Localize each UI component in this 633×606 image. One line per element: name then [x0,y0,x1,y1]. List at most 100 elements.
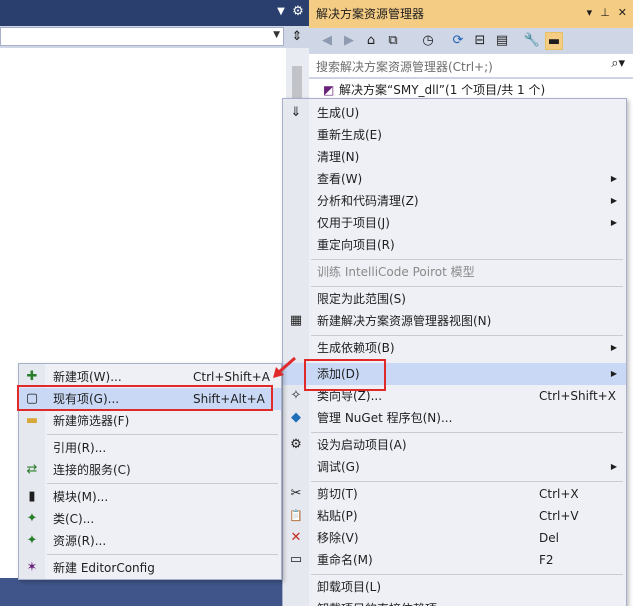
menu-item-label: 仅用于项目(J) [317,216,390,230]
menu-item-project-only[interactable]: 仅用于项目(J) ▶ [283,212,626,234]
menu-item-remove[interactable]: ✕ 移除(V) Del [283,527,626,549]
menu-item-new-editorconfig[interactable]: ✶ 新建 EditorConfig [19,557,281,579]
menu-item-shortcut: Ctrl+V [539,509,579,523]
menu-item-unload-project[interactable]: 卸载项目(L) [283,576,626,598]
menu-item-label: 查看(W) [317,172,363,186]
module-icon: ▮ [28,489,36,504]
menu-item-label: 剪切(T) [317,487,358,501]
menu-item-new-explorer-view[interactable]: ▦ 新建解决方案资源管理器视图(N) [283,310,626,332]
menu-item-label: 卸载项目(L) [317,580,382,594]
class-wizard-icon: ✧ [290,388,302,403]
gear-icon[interactable]: ⚙ [291,4,305,20]
class-icon: ✦ [26,511,38,526]
properties-icon[interactable]: 🔧 [523,32,541,50]
menu-item-label: 重定向项目(R) [317,238,395,252]
navigation-combo[interactable]: ▼ [0,27,284,46]
menu-item-paste[interactable]: 📋 粘贴(P) Ctrl+V [283,505,626,527]
menu-item-shortcut: Ctrl+X [539,487,579,501]
editor-tab-bar: ▼ ⚙ [0,0,309,26]
new-view-icon: ▦ [289,313,303,328]
menu-item-label: 生成(U) [317,106,360,120]
menu-item-label: 类(C)... [53,512,95,526]
menu-item-module[interactable]: ▮ 模块(M)... [19,486,281,508]
menu-item-label: 生成依赖项(B) [317,341,395,355]
menu-item-label: 新建解决方案资源管理器视图(N) [317,314,492,328]
menu-item-reference[interactable]: 引用(R)... [19,437,281,459]
submenu-arrow-icon: ▶ [610,174,617,183]
forward-icon[interactable]: ▶ [340,32,358,50]
menu-item-label: 管理 NuGet 程序包(N)... [317,411,453,425]
menu-item-label: 调试(G) [317,460,360,474]
switch-views-icon[interactable]: ⧉ [384,32,402,50]
menu-item-debug[interactable]: 调试(G) ▶ [283,456,626,478]
menu-item-rebuild[interactable]: 重新生成(E) [283,124,626,146]
menu-item-label: 重命名(M) [317,553,373,567]
rename-icon: ▭ [289,552,303,567]
chevron-down-icon: ▼ [273,30,280,40]
sync-icon[interactable]: ⟳ [449,32,467,50]
remove-icon: ✕ [290,530,302,545]
nuget-icon: ◆ [291,410,301,425]
menu-item-resource[interactable]: ✦ 资源(R)... [19,530,281,552]
menu-item-analyze[interactable]: 分析和代码清理(Z) ▶ [283,190,626,212]
editorconfig-icon: ✶ [26,560,38,575]
menu-item-unload-dependencies[interactable]: 卸载项目的直接依赖项 [283,598,626,606]
scissors-icon: ✂ [290,486,302,501]
menu-item-label: 重新生成(E) [317,128,382,142]
solution-icon: ◩ [323,83,335,97]
menu-item-shortcut: Del [539,531,559,545]
split-icon[interactable]: ⇕ [289,28,305,46]
menu-item-label: 粘贴(P) [317,509,358,523]
menu-item-label: 连接的服务(C) [53,463,131,477]
menu-item-rename[interactable]: ▭ 重命名(M) F2 [283,549,626,571]
close-icon[interactable]: ✕ [618,6,627,20]
window-dropdown-icon[interactable]: ▾ [587,6,593,20]
search-input[interactable]: 搜索解决方案资源管理器(Ctrl+;) [316,58,493,75]
back-icon[interactable]: ◀ [318,32,336,50]
project-context-menu: ⇓ 生成(U) 重新生成(E) 清理(N) 查看(W) ▶ 分析和代码清理(Z)… [282,98,627,606]
tree-item-solution[interactable]: ◩ 解决方案“SMY_dll”(1 个项目/共 1 个) [323,81,545,99]
search-icon[interactable]: ⌕▾ [611,56,625,71]
menu-item-scope-to-this[interactable]: 限定为此范围(S) [283,288,626,310]
new-item-icon: ✚ [26,369,38,384]
annotation-box-existing-item [17,385,273,411]
menu-item-label: 训练 IntelliCode Poirot 模型 [317,265,475,279]
menu-item-train-intellicode: 训练 IntelliCode Poirot 模型 [283,261,626,283]
submenu-arrow-icon: ▶ [610,218,617,227]
menu-item-clean[interactable]: 清理(N) [283,146,626,168]
menu-item-retarget[interactable]: 重定向项目(R) [283,234,626,256]
collapse-all-icon[interactable]: ⊟ [471,32,489,50]
menu-item-label: 移除(V) [317,531,359,545]
menu-item-cut[interactable]: ✂ 剪切(T) Ctrl+X [283,483,626,505]
build-icon: ⇓ [290,105,302,120]
annotation-box-add [304,359,386,391]
menu-item-connected-service[interactable]: ⇄ 连接的服务(C) [19,459,281,481]
submenu-arrow-icon: ▶ [610,369,617,378]
pending-changes-icon[interactable]: ◷ [419,32,437,50]
solution-explorer-search[interactable]: 搜索解决方案资源管理器(Ctrl+;) ⌕▾ [309,54,633,78]
menu-item-class[interactable]: ✦ 类(C)... [19,508,281,530]
submenu-arrow-icon: ▶ [610,196,617,205]
menu-item-manage-nuget[interactable]: ◆ 管理 NuGet 程序包(N)... [283,407,626,429]
chevron-down-icon[interactable]: ▼ [275,5,287,19]
menu-item-set-startup[interactable]: ⚙ 设为启动项目(A) [283,434,626,456]
menu-item-label: 清理(N) [317,150,360,164]
menu-item-label: 资源(R)... [53,534,107,548]
menu-item-label: 设为启动项目(A) [317,438,407,452]
menu-item-new-filter[interactable]: ▬ 新建筛选器(F) [19,410,281,432]
menu-item-build[interactable]: ⇓ 生成(U) [283,102,626,124]
gear-icon: ⚙ [290,437,302,452]
bottom-panel-tabs [0,578,309,606]
connected-service-icon: ⇄ [26,462,38,477]
menu-item-view[interactable]: 查看(W) ▶ [283,168,626,190]
menu-item-label: 新建筛选器(F) [53,414,130,428]
menu-item-label: 卸载项目的直接依赖项 [317,598,437,606]
solution-explorer-title: 解决方案资源管理器 [316,7,425,21]
home-icon[interactable]: ⌂ [362,32,380,50]
menu-item-build-dependencies[interactable]: 生成依赖项(B) ▶ [283,337,626,359]
show-all-files-icon[interactable]: ▤ [493,32,511,50]
menu-item-label: 模块(M)... [53,490,109,504]
pin-icon[interactable]: ⊥ [600,6,610,20]
preview-icon[interactable]: ▬ [545,32,563,50]
bottom-panel-tab[interactable] [0,578,283,606]
